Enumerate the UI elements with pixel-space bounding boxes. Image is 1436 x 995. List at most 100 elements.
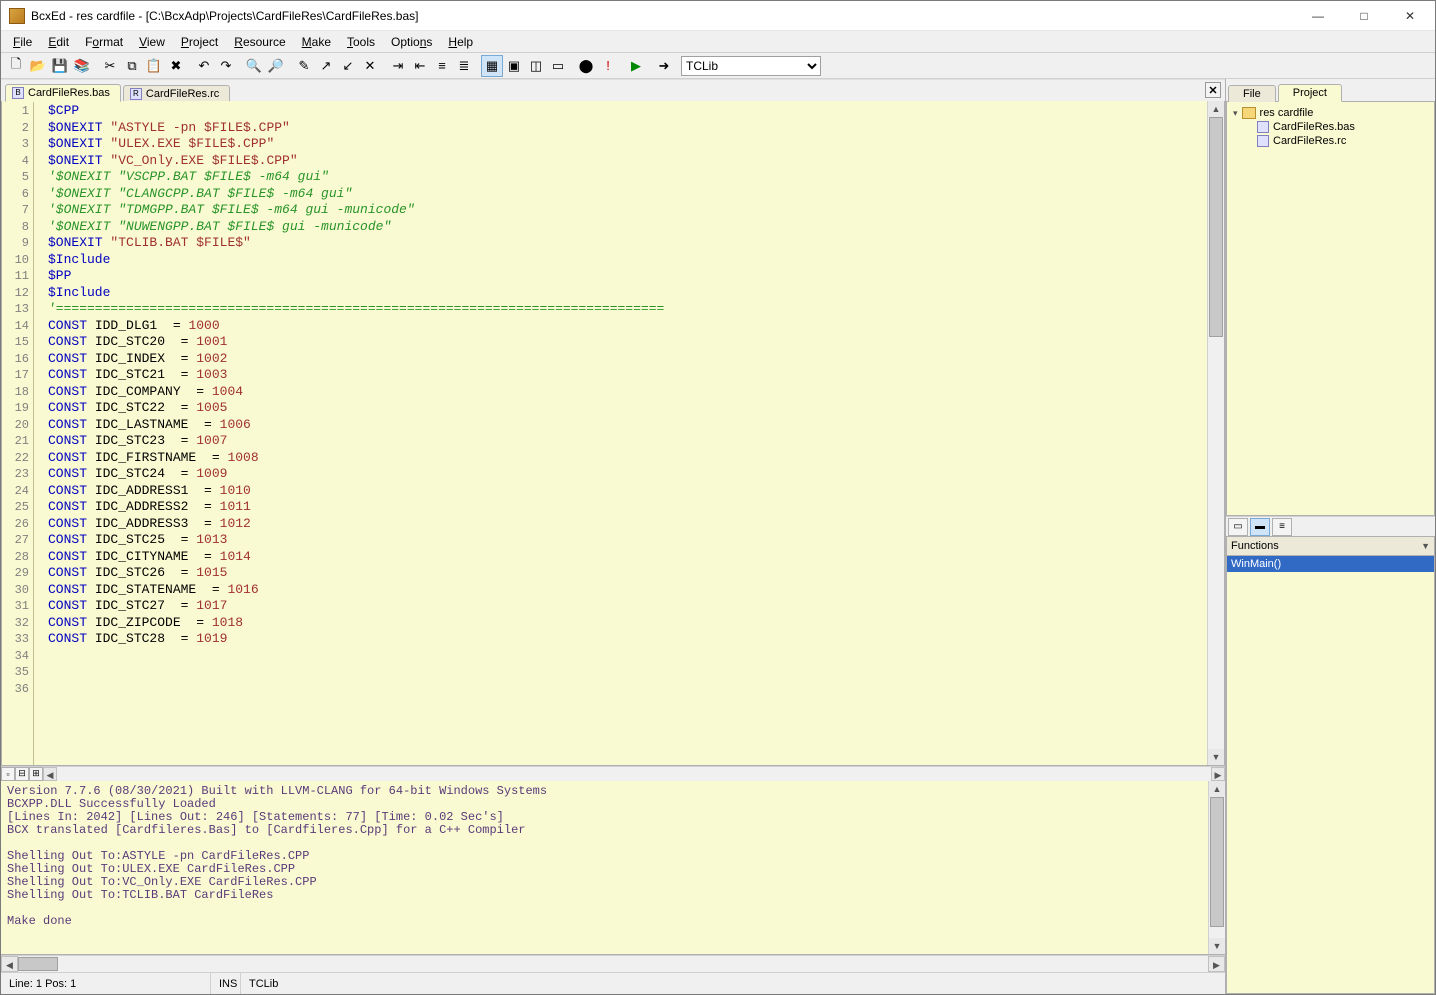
right-pane: File Project ▾ res cardfile CardFileRes.… [1225, 79, 1435, 994]
bookmark-next-button[interactable]: ↗ [315, 55, 337, 77]
find-replace-button[interactable]: 🔎 [265, 55, 287, 77]
save-all-button[interactable]: 📚 [71, 55, 93, 77]
tab-project[interactable]: Project [1278, 84, 1342, 102]
rc-file-icon [1257, 135, 1269, 147]
output-vscrollbar[interactable]: ▲ ▼ [1208, 781, 1225, 954]
compiler-select[interactable]: TCLib [681, 56, 821, 76]
outdent-button[interactable]: ⇤ [409, 55, 431, 77]
tree-file-label: CardFileRes.rc [1273, 135, 1346, 147]
bookmark-prev-button[interactable]: ↙ [337, 55, 359, 77]
minimize-button[interactable]: — [1295, 1, 1341, 31]
menu-make[interactable]: Make [294, 33, 339, 51]
view-mode1-button[interactable]: ▭ [1228, 518, 1248, 536]
tab-cardfileres-bas[interactable]: B CardFileRes.bas [5, 84, 121, 102]
stop-icon[interactable]: ! [597, 55, 619, 77]
line-gutter: 1234567891011121314151617181920212223242… [2, 101, 34, 765]
scroll-left-icon[interactable]: ◀ [43, 767, 57, 781]
save-button[interactable]: 💾 [49, 55, 71, 77]
breakpoint-button[interactable]: ⬤ [575, 55, 597, 77]
functions-dropdown[interactable]: Functions ▼ [1226, 536, 1435, 556]
view-code-button[interactable]: ▦ [481, 55, 503, 77]
indent-button[interactable]: ⇥ [387, 55, 409, 77]
uncomment-button[interactable]: ≣ [453, 55, 475, 77]
code-area[interactable]: $CPP$ONEXIT "ASTYLE -pn $FILE$.CPP"$ONEX… [34, 101, 1207, 765]
project-tree[interactable]: ▾ res cardfile CardFileRes.bas CardFileR… [1226, 101, 1435, 516]
editor-bottom-strip: ▫ ⊟ ⊞ ◀ ▶ [1, 766, 1225, 780]
editor-vscrollbar[interactable]: ▲ ▼ [1207, 101, 1224, 765]
menu-help[interactable]: Help [440, 33, 481, 51]
scroll-thumb[interactable] [1210, 797, 1224, 927]
paste-button[interactable]: 📋 [143, 55, 165, 77]
scroll-down-icon[interactable]: ▼ [1208, 749, 1224, 765]
output-hscrollbar[interactable]: ◀ ▶ [1, 955, 1225, 972]
copy-button[interactable]: ⧉ [121, 55, 143, 77]
scroll-thumb[interactable] [1209, 117, 1223, 337]
view-form-button[interactable]: ▣ [503, 55, 525, 77]
view-mode3-button[interactable]: ≡ [1272, 518, 1292, 536]
function-item-winmain[interactable]: WinMain() [1227, 556, 1434, 572]
code-editor[interactable]: 1234567891011121314151617181920212223242… [1, 101, 1225, 766]
close-button[interactable]: ✕ [1387, 1, 1433, 31]
functions-label: Functions [1231, 540, 1279, 552]
menu-tools[interactable]: Tools [339, 33, 383, 51]
functions-toolbar: ▭ ▬ ≡ [1226, 516, 1435, 536]
cut-button[interactable]: ✂ [99, 55, 121, 77]
tree-expand-icon[interactable]: ▾ [1233, 108, 1238, 119]
split-horiz-button[interactable]: ⊟ [15, 767, 29, 781]
tab-label: CardFileRes.bas [28, 87, 110, 99]
work-area: B CardFileRes.bas R CardFileRes.rc ✕ 123… [1, 79, 1435, 994]
scroll-down-icon[interactable]: ▼ [1209, 938, 1225, 954]
view-split-button[interactable]: ◫ [525, 55, 547, 77]
tree-root[interactable]: ▾ res cardfile [1229, 106, 1432, 120]
split-vert-button[interactable]: ⊞ [29, 767, 43, 781]
maximize-button[interactable]: □ [1341, 1, 1387, 31]
menu-view[interactable]: View [131, 33, 173, 51]
status-insert-mode: INS [211, 973, 241, 994]
tab-label: CardFileRes.rc [146, 88, 219, 100]
menu-edit[interactable]: Edit [40, 33, 77, 51]
menu-project[interactable]: Project [173, 33, 226, 51]
titlebar: BcxEd - res cardfile - [C:\BcxAdp\Projec… [1, 1, 1435, 31]
delete-button[interactable]: ✖ [165, 55, 187, 77]
view-output-button[interactable]: ▭ [547, 55, 569, 77]
scroll-right-icon[interactable]: ▶ [1211, 767, 1225, 781]
find-button[interactable]: 🔍 [243, 55, 265, 77]
menu-format[interactable]: Format [77, 33, 131, 51]
editor-hscrollbar[interactable]: ◀ ▶ [43, 767, 1225, 781]
tree-file-bas[interactable]: CardFileRes.bas [1229, 120, 1432, 134]
run-button[interactable]: ▶ [625, 55, 647, 77]
tree-file-rc[interactable]: CardFileRes.rc [1229, 134, 1432, 148]
close-tab-button[interactable]: ✕ [1205, 82, 1221, 98]
scroll-up-icon[interactable]: ▲ [1208, 101, 1224, 117]
output-text[interactable]: Version 7.7.6 (08/30/2021) Built with LL… [1, 781, 1208, 954]
view-mode2-button[interactable]: ▬ [1250, 518, 1270, 536]
tree-file-label: CardFileRes.bas [1273, 121, 1355, 133]
scroll-left-icon[interactable]: ◀ [1, 956, 18, 972]
tab-file[interactable]: File [1228, 85, 1276, 102]
undo-button[interactable]: ↶ [193, 55, 215, 77]
open-file-button[interactable]: 📂 [27, 55, 49, 77]
window-title: BcxEd - res cardfile - [C:\BcxAdp\Projec… [31, 9, 1295, 23]
split-none-button[interactable]: ▫ [1, 767, 15, 781]
step-button[interactable]: ➜ [653, 55, 675, 77]
scroll-up-icon[interactable]: ▲ [1209, 781, 1225, 797]
bookmark-toggle-button[interactable]: ✎ [293, 55, 315, 77]
menu-resource[interactable]: Resource [226, 33, 293, 51]
menu-options[interactable]: Options [383, 33, 440, 51]
menu-file[interactable]: File [5, 33, 40, 51]
statusbar: Line: 1 Pos: 1 INS TCLib [1, 972, 1225, 994]
menubar: File Edit Format View Project Resource M… [1, 31, 1435, 53]
scroll-thumb[interactable] [18, 957, 58, 971]
scroll-right-icon[interactable]: ▶ [1208, 956, 1225, 972]
comment-button[interactable]: ≡ [431, 55, 453, 77]
app-icon [9, 8, 25, 24]
functions-list[interactable]: WinMain() [1226, 556, 1435, 994]
new-file-button[interactable]: 🗋 [5, 55, 27, 77]
redo-button[interactable]: ↷ [215, 55, 237, 77]
tab-cardfileres-rc[interactable]: R CardFileRes.rc [123, 85, 230, 102]
chevron-down-icon: ▼ [1421, 541, 1430, 551]
bookmark-clear-button[interactable]: ✕ [359, 55, 381, 77]
tree-root-label: res cardfile [1260, 107, 1314, 119]
output-panel: Version 7.7.6 (08/30/2021) Built with LL… [1, 780, 1225, 955]
left-pane: B CardFileRes.bas R CardFileRes.rc ✕ 123… [1, 79, 1225, 994]
